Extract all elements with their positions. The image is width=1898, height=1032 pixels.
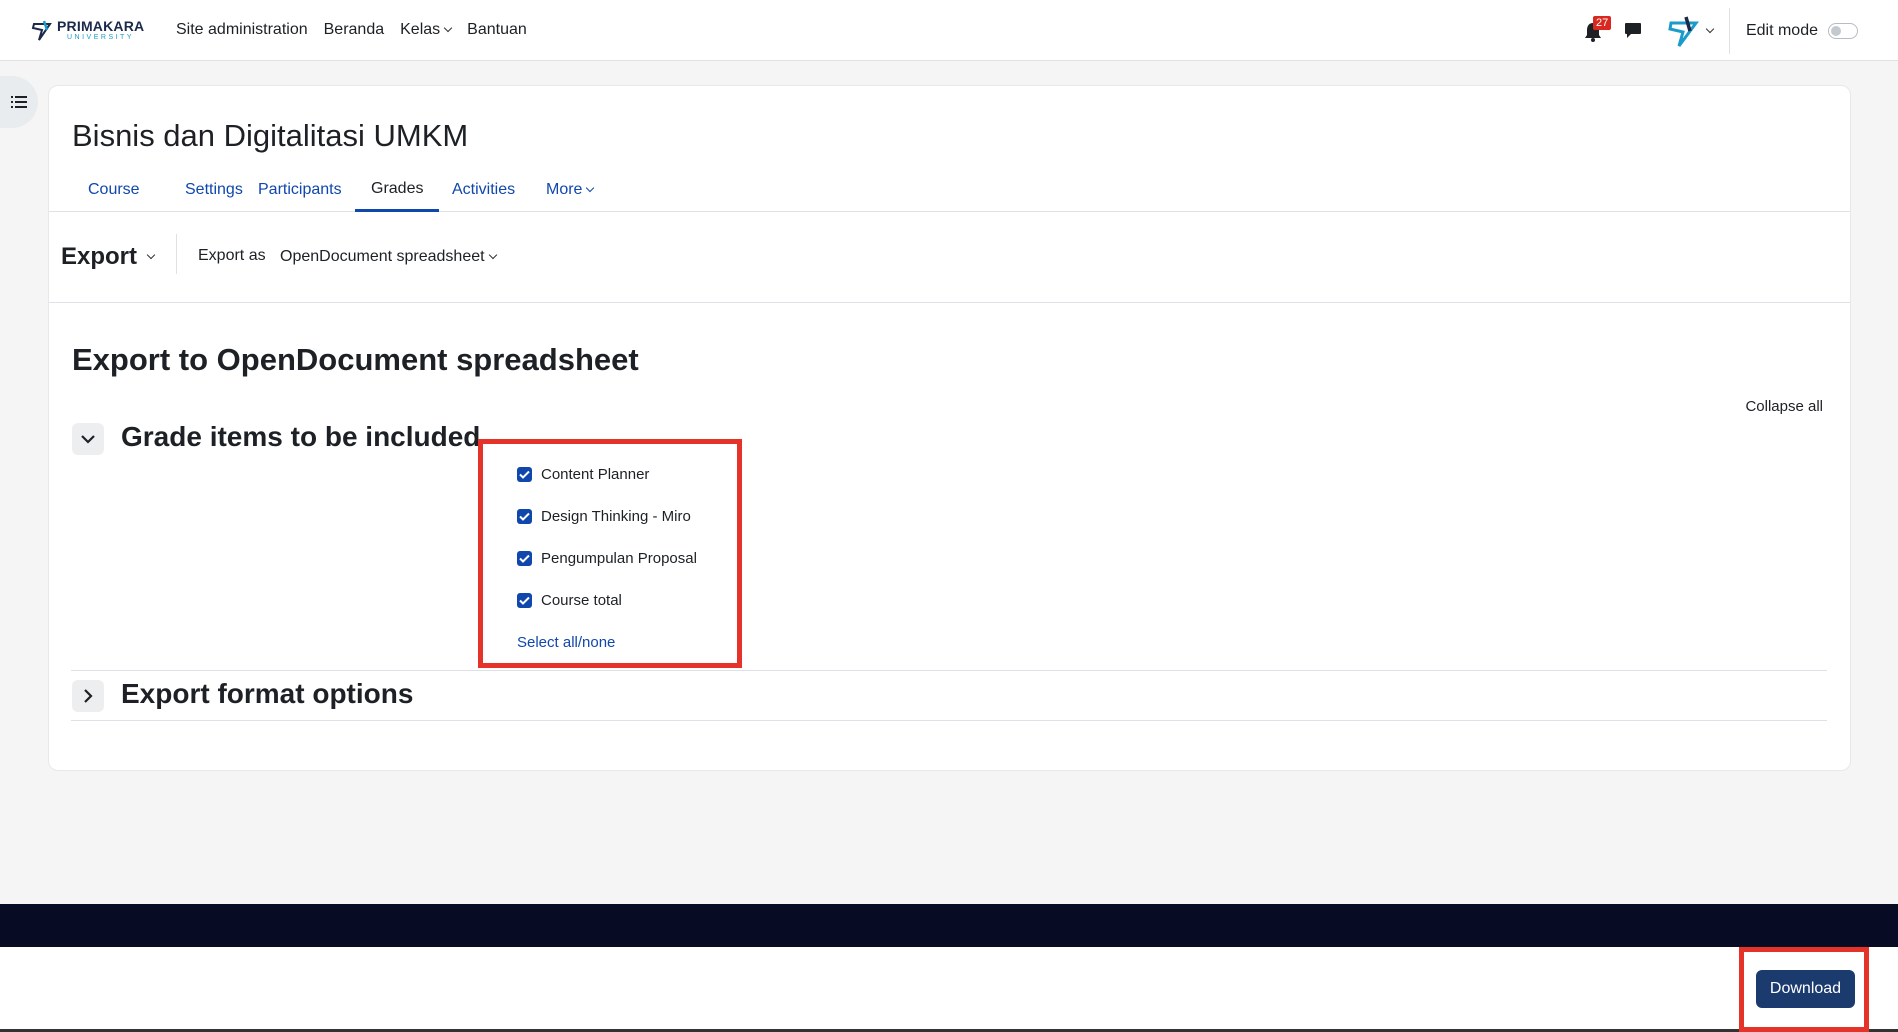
chat-bubble-icon: [1624, 22, 1641, 38]
course-index-drawer-button[interactable]: [0, 76, 38, 128]
chevron-down-icon: [81, 435, 95, 444]
brand-logo[interactable]: PRIMAKARA UNIVERSITY: [30, 15, 145, 45]
tab-grades[interactable]: Grades: [355, 168, 440, 212]
user-menu[interactable]: [1666, 13, 1715, 49]
export-format-value: OpenDocument spreadsheet: [280, 248, 485, 265]
format-options-section-title: Export format options: [121, 678, 414, 709]
nav-bantuan[interactable]: Bantuan: [467, 21, 527, 39]
nav-kelas-label: Kelas: [400, 21, 441, 38]
section-divider: [71, 670, 1827, 671]
list-icon: [11, 96, 27, 108]
primary-navigation: Site administration Beranda Kelas Bantua…: [176, 21, 543, 39]
highlight-box-download: [1739, 947, 1869, 1032]
page-footer: [0, 904, 1898, 947]
tab-course[interactable]: Course: [72, 168, 156, 212]
brand-subtitle: UNIVERSITY: [67, 34, 135, 41]
tab-more-label: More: [546, 181, 583, 198]
collapse-all-link[interactable]: Collapse all: [1745, 398, 1823, 415]
chevron-down-icon: [146, 250, 156, 260]
export-format-select[interactable]: OpenDocument spreadsheet: [280, 248, 497, 266]
avatar: [1668, 16, 1699, 47]
nav-beranda[interactable]: Beranda: [324, 21, 385, 39]
course-title: Bisnis dan Digitalitasi UMKM: [72, 118, 469, 153]
edit-mode-label: Edit mode: [1745, 21, 1818, 39]
page-title: Export to OpenDocument spreadsheet: [72, 342, 639, 377]
edit-mode-toggle[interactable]: [1828, 22, 1858, 39]
nav-site-administration[interactable]: Site administration: [176, 21, 308, 39]
chevron-down-icon: [586, 183, 595, 193]
sticky-footer-bar: [0, 947, 1898, 1032]
notifications-button[interactable]: 27: [1584, 15, 1612, 42]
tab-more[interactable]: More: [530, 168, 609, 212]
grade-items-section-title: Grade items to be included: [121, 421, 481, 452]
grade-items-collapse-toggle[interactable]: [72, 423, 104, 455]
nav-kelas[interactable]: Kelas: [400, 21, 453, 39]
course-tabs: Course Settings Participants Grades Acti…: [49, 168, 1850, 212]
chevron-down-icon: [1705, 24, 1715, 33]
export-bar-divider: [176, 234, 177, 274]
export-dropdown[interactable]: Export: [61, 243, 156, 271]
tab-activities[interactable]: Activities: [436, 168, 531, 212]
format-options-collapse-toggle[interactable]: [72, 680, 104, 712]
export-dropdown-label: Export: [61, 243, 138, 270]
grade-navigation-bar: Export Export as OpenDocument spreadshee…: [49, 212, 1850, 303]
brand-name: PRIMAKARA: [57, 18, 145, 34]
chevron-down-icon: [443, 23, 453, 33]
export-as-label: Export as: [198, 247, 266, 264]
navbar-divider: [1728, 7, 1730, 54]
notification-count-badge: 27: [1592, 15, 1612, 30]
messages-button[interactable]: [1624, 21, 1644, 41]
top-navbar: PRIMAKARA UNIVERSITY Site administration…: [0, 0, 1898, 61]
highlight-box-grade-items: [478, 439, 742, 668]
section-divider: [71, 720, 1827, 721]
primakara-star-icon: [31, 20, 52, 41]
chevron-right-icon: [84, 689, 93, 703]
chevron-down-icon: [488, 250, 497, 260]
tab-participants[interactable]: Participants: [242, 168, 358, 212]
